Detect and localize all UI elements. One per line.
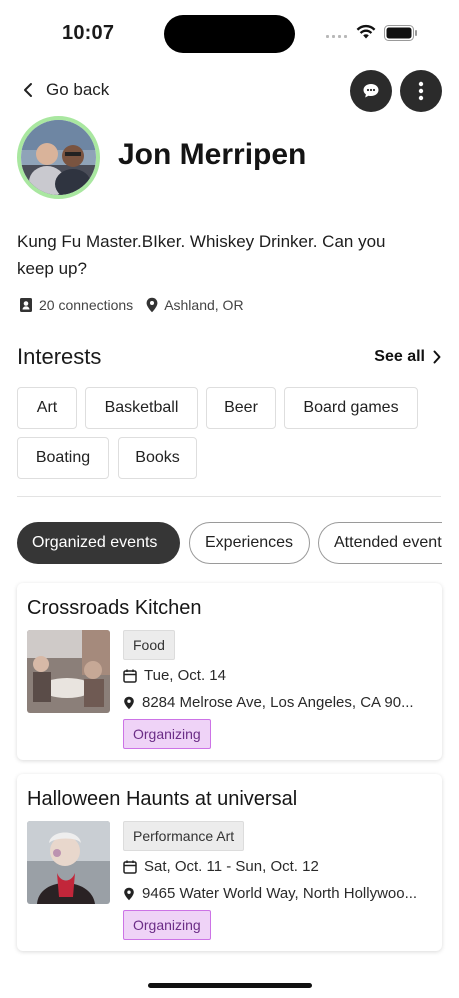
connections-count: 20 connections [39,297,134,313]
chevron-right-icon [433,350,441,364]
chevron-left-icon [24,83,32,97]
organizing-badge: Organizing [123,719,211,749]
event-thumbnail [27,630,110,713]
message-button[interactable] [350,70,392,112]
profile-name: Jon Merripen [118,138,307,171]
event-category-tag: Food [123,630,175,660]
more-options-button[interactable] [400,70,442,112]
event-card[interactable]: Crossroads Kitchen Food Tue, Oct. 14 828… [17,583,442,760]
event-date: Tue, Oct. 14 [123,667,433,684]
home-indicator [148,983,312,988]
tab-attended-events[interactable]: Attended events [318,522,442,564]
interest-chip[interactable]: Beer [206,387,276,429]
avatar [17,116,100,199]
divider [17,496,441,497]
event-address: 8284 Melrose Ave, Los Angeles, CA 90... [123,694,433,711]
organizing-badge: Organizing [123,910,211,940]
cellular-signal-icon [326,35,347,38]
event-address: 9465 Water World Way, North Hollywoo... [123,885,433,902]
event-date-text: Tue, Oct. 14 [144,667,226,684]
calendar-icon [123,669,137,683]
tab-experiences[interactable]: Experiences [189,522,310,564]
event-date: Sat, Oct. 11 - Sun, Oct. 12 [123,858,433,875]
profile-meta: 20 connections Ashland, OR [18,297,256,313]
event-title: Halloween Haunts at universal [27,788,298,810]
event-thumbnail [27,821,110,904]
dynamic-island [164,15,295,53]
contacts-icon [20,298,32,312]
event-card[interactable]: Halloween Haunts at universal Performanc… [17,774,442,951]
avatar-photo [21,120,96,195]
location-info: Ashland, OR [145,297,244,313]
tab-organized-events[interactable]: Organized events [17,522,180,564]
status-time: 10:07 [62,22,115,44]
interest-chip[interactable]: Board games [284,387,418,429]
chat-bubble-icon [363,84,379,98]
connections-info[interactable]: 20 connections [18,297,133,313]
event-address-text: 8284 Melrose Ave, Los Angeles, CA 90... [142,694,414,711]
more-vertical-icon [418,81,424,101]
see-all-link[interactable]: See all [374,348,441,366]
location-pin-icon [124,887,134,900]
interest-chip[interactable]: Art [17,387,77,429]
profile-bio: Kung Fu Master.BIker. Whiskey Drinker. C… [17,232,386,278]
go-back-label: Go back [46,80,110,99]
status-bar: 10:07 [0,0,459,70]
interest-chip[interactable]: Boating [17,437,109,479]
interests-title: Interests [17,344,102,369]
go-back-button[interactable]: Go back [22,78,109,102]
location-text: Ashland, OR [164,297,244,313]
interest-chip[interactable]: Books [118,437,197,479]
calendar-icon [123,860,137,874]
wifi-icon [356,24,376,39]
location-pin-icon [124,696,134,709]
battery-icon [384,25,417,41]
interest-chip[interactable]: Basketball [85,387,198,429]
event-date-text: Sat, Oct. 11 - Sun, Oct. 12 [144,858,319,875]
location-pin-icon [146,297,158,313]
see-all-label: See all [374,348,425,365]
top-bar: Go back [0,70,459,112]
event-address-text: 9465 Water World Way, North Hollywoo... [142,885,418,902]
event-category-tag: Performance Art [123,821,245,851]
event-title: Crossroads Kitchen [27,597,202,619]
